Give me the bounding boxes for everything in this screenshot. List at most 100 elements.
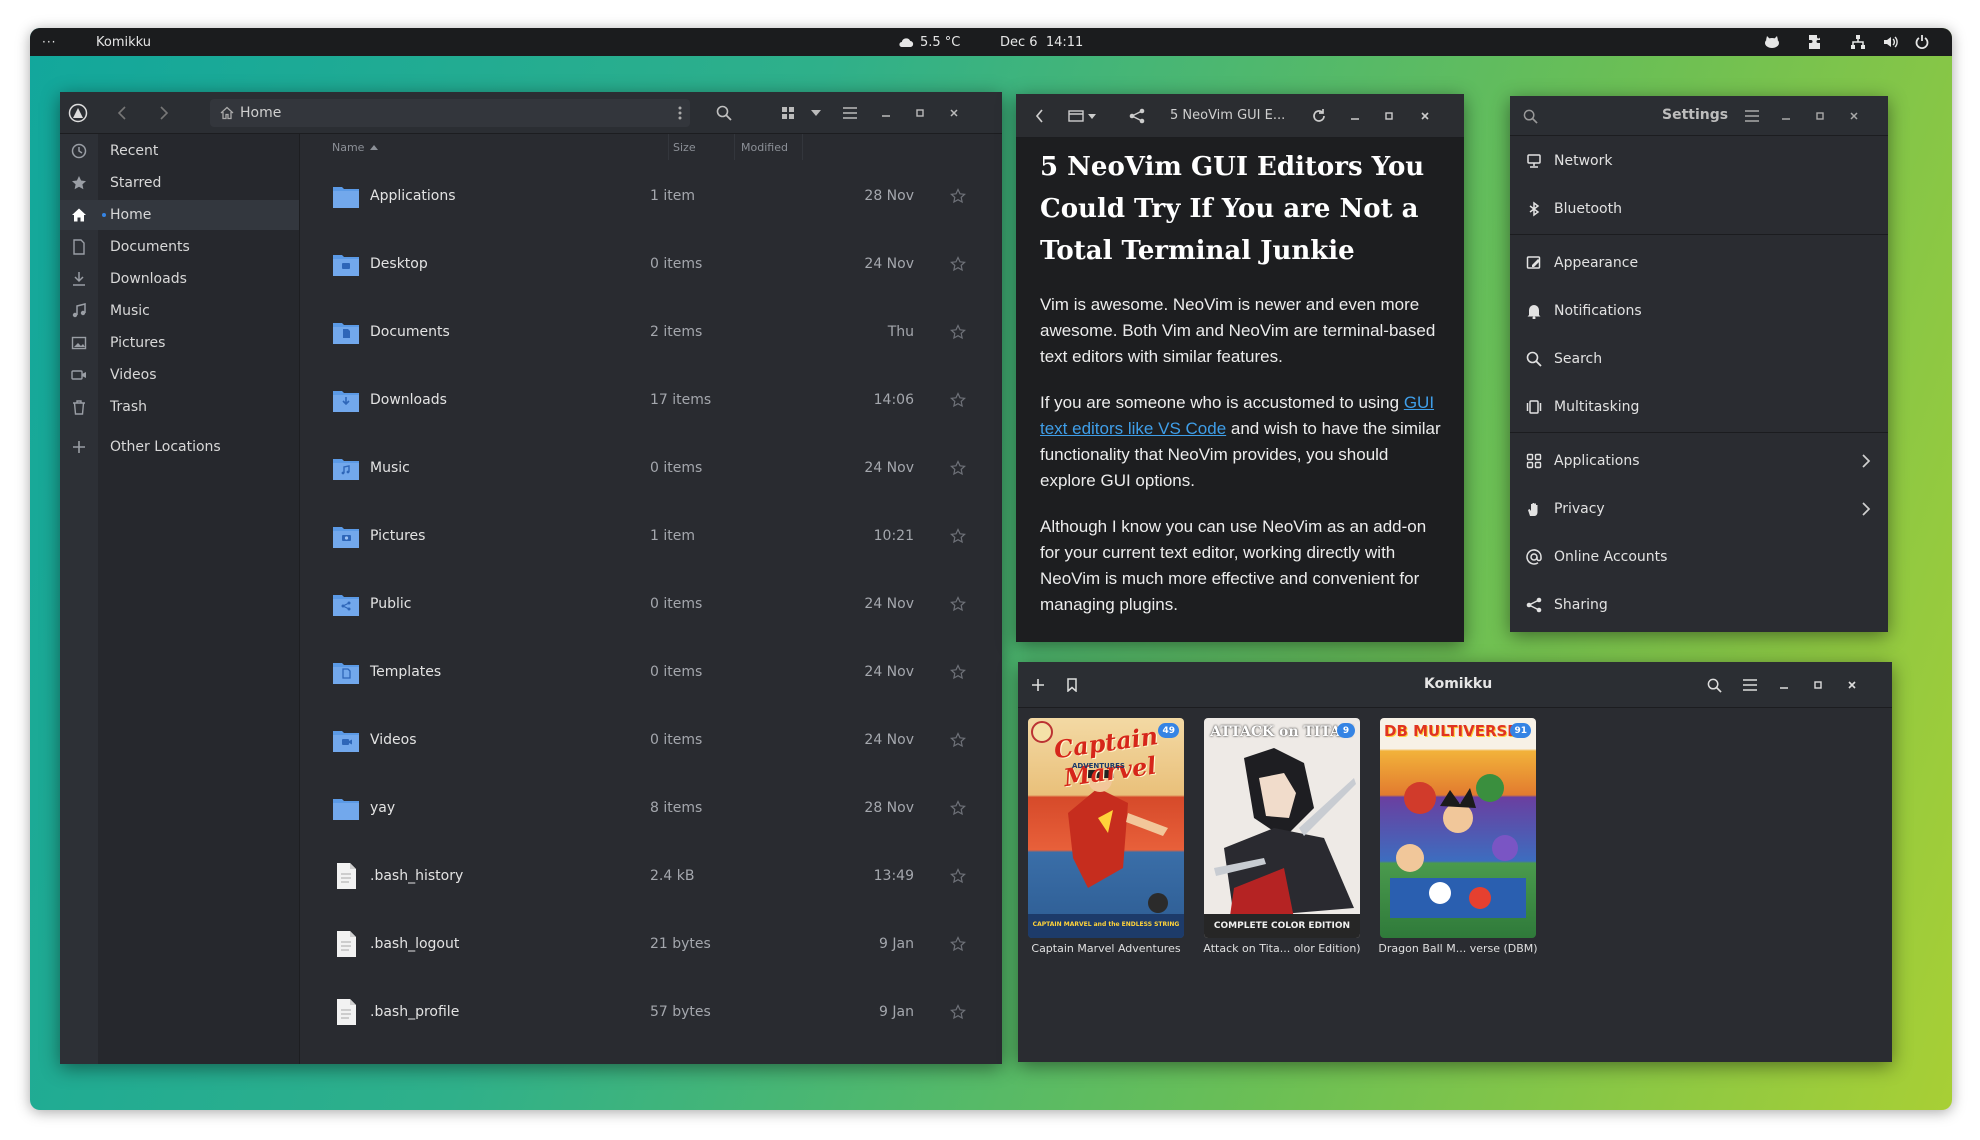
settings-item-sharing[interactable]: Sharing bbox=[1510, 581, 1888, 629]
activities-button[interactable]: ··· bbox=[42, 28, 56, 56]
column-modified-header[interactable]: Modified bbox=[734, 134, 788, 160]
file-row[interactable]: .bash_logout 21 bytes 9 Jan bbox=[300, 910, 1002, 978]
share-icon[interactable] bbox=[1128, 107, 1146, 125]
files-menu-icon[interactable] bbox=[66, 101, 90, 125]
search-icon[interactable] bbox=[714, 103, 734, 123]
share-icon bbox=[1526, 597, 1542, 613]
tray-cat-icon[interactable] bbox=[1764, 28, 1780, 56]
settings-item-online-accounts[interactable]: Online Accounts bbox=[1510, 533, 1888, 581]
file-row[interactable]: Music 0 items 24 Nov bbox=[300, 434, 1002, 502]
star-icon[interactable] bbox=[950, 392, 966, 408]
minimize-icon[interactable] bbox=[1776, 677, 1792, 693]
close-icon[interactable] bbox=[1416, 107, 1434, 125]
maximize-icon[interactable] bbox=[1812, 108, 1828, 124]
network-status-icon[interactable] bbox=[1850, 28, 1866, 56]
settings-item-label: Network bbox=[1554, 153, 1613, 169]
file-row[interactable]: Applications 1 item 28 Nov bbox=[300, 162, 1002, 230]
text-file-icon bbox=[332, 998, 360, 1026]
back-icon[interactable] bbox=[112, 103, 132, 123]
star-icon[interactable] bbox=[950, 256, 966, 272]
sidebar-item-trash[interactable]: Trash bbox=[60, 392, 299, 422]
add-icon[interactable] bbox=[1030, 677, 1046, 693]
star-icon[interactable] bbox=[950, 664, 966, 680]
close-icon[interactable] bbox=[1844, 677, 1860, 693]
settings-item-network[interactable]: Network bbox=[1510, 137, 1888, 185]
close-icon[interactable] bbox=[944, 103, 964, 123]
hamburger-menu-icon[interactable] bbox=[840, 103, 860, 123]
star-icon[interactable] bbox=[950, 732, 966, 748]
tabs-overview-icon[interactable] bbox=[1066, 107, 1100, 125]
extensions-icon[interactable] bbox=[1808, 28, 1824, 56]
column-size-header[interactable]: Size bbox=[668, 134, 696, 160]
back-icon[interactable] bbox=[1030, 107, 1048, 125]
app-menu[interactable]: Komikku bbox=[96, 28, 151, 56]
clock[interactable]: Dec 6 14:11 bbox=[1000, 28, 1083, 56]
settings-item-bluetooth[interactable]: Bluetooth bbox=[1510, 185, 1888, 233]
file-row[interactable]: Pictures 1 item 10:21 bbox=[300, 502, 1002, 570]
comic-title: Captain Marvel Adventures bbox=[1031, 942, 1181, 955]
maximize-icon[interactable] bbox=[910, 103, 930, 123]
comic-cover[interactable]: DB MULTIVERSE 91 bbox=[1380, 718, 1536, 938]
star-icon[interactable] bbox=[950, 460, 966, 476]
hamburger-menu-icon[interactable] bbox=[1744, 108, 1760, 124]
star-icon[interactable] bbox=[950, 188, 966, 204]
star-icon[interactable] bbox=[950, 800, 966, 816]
star-icon[interactable] bbox=[950, 324, 966, 340]
sidebar-item-pictures[interactable]: Pictures bbox=[60, 328, 299, 358]
files-sidebar: Recent Starred Home Documents Downloads Music… bbox=[60, 134, 300, 1064]
settings-item-notifications[interactable]: Notifications bbox=[1510, 287, 1888, 335]
star-icon[interactable] bbox=[950, 596, 966, 612]
file-row[interactable]: Downloads 17 items 14:06 bbox=[300, 366, 1002, 434]
minimize-icon[interactable] bbox=[876, 103, 896, 123]
settings-item-privacy[interactable]: Privacy bbox=[1510, 485, 1888, 533]
file-row[interactable]: Documents 2 items Thu bbox=[300, 298, 1002, 366]
file-row[interactable]: Templates 0 items 24 Nov bbox=[300, 638, 1002, 706]
settings-item-multitasking[interactable]: Multitasking bbox=[1510, 383, 1888, 431]
file-row[interactable]: Desktop 0 items 24 Nov bbox=[300, 230, 1002, 298]
volume-icon[interactable] bbox=[1882, 28, 1898, 56]
sidebar-item-starred[interactable]: Starred bbox=[60, 168, 299, 198]
view-options-chevron-down-icon[interactable] bbox=[806, 103, 826, 123]
path-menu-icon[interactable] bbox=[678, 106, 682, 120]
comic-cover[interactable]: ATTACK on TITAN COMPLETE COLOR EDITION 9 bbox=[1204, 718, 1360, 938]
file-row[interactable]: yay 8 items 28 Nov bbox=[300, 774, 1002, 842]
sidebar-item-downloads[interactable]: Downloads bbox=[60, 264, 299, 294]
star-icon[interactable] bbox=[950, 936, 966, 952]
hamburger-menu-icon[interactable] bbox=[1742, 677, 1758, 693]
star-icon[interactable] bbox=[950, 1004, 966, 1020]
star-icon[interactable] bbox=[950, 528, 966, 544]
minimize-icon[interactable] bbox=[1778, 108, 1794, 124]
settings-item-search[interactable]: Search bbox=[1510, 335, 1888, 383]
bookmark-icon[interactable] bbox=[1064, 677, 1080, 693]
grid-view-icon[interactable] bbox=[778, 103, 798, 123]
weather-indicator[interactable]: 5.5 °C bbox=[898, 28, 960, 56]
star-icon[interactable] bbox=[950, 868, 966, 884]
comic-cover[interactable]: Captain Marvel ADVENTURES CAPTAIN MARVEL… bbox=[1028, 718, 1184, 938]
file-row[interactable]: .bash_profile 57 bytes 9 Jan bbox=[300, 978, 1002, 1046]
sidebar-item-home[interactable]: Home bbox=[60, 200, 299, 230]
maximize-icon[interactable] bbox=[1810, 677, 1826, 693]
page-tab-title[interactable]: 5 NeoVim GUI E... bbox=[1170, 108, 1285, 123]
sidebar-item-documents[interactable]: Documents bbox=[60, 232, 299, 262]
sidebar-item-music[interactable]: Music bbox=[60, 296, 299, 326]
file-row[interactable]: .bash_history 2.4 kB 13:49 bbox=[300, 842, 1002, 910]
file-row[interactable]: Videos 0 items 24 Nov bbox=[300, 706, 1002, 774]
minimize-icon[interactable] bbox=[1346, 107, 1364, 125]
close-icon[interactable] bbox=[1846, 108, 1862, 124]
column-name-header[interactable]: Name bbox=[332, 134, 379, 160]
sidebar-item-recent[interactable]: Recent bbox=[60, 136, 299, 166]
search-icon[interactable] bbox=[1522, 108, 1538, 124]
sidebar-item-videos[interactable]: Videos bbox=[60, 360, 299, 390]
sidebar-item-other-locations[interactable]: Other Locations bbox=[60, 432, 299, 462]
path-bar[interactable]: Home bbox=[210, 99, 690, 127]
reload-icon[interactable] bbox=[1310, 107, 1328, 125]
settings-item-appearance[interactable]: Appearance bbox=[1510, 239, 1888, 287]
forward-icon[interactable] bbox=[154, 103, 174, 123]
file-name: .bash_history bbox=[370, 868, 464, 884]
file-row[interactable]: Public 0 items 24 Nov bbox=[300, 570, 1002, 638]
power-icon[interactable] bbox=[1914, 28, 1930, 56]
search-icon[interactable] bbox=[1706, 677, 1722, 693]
maximize-icon[interactable] bbox=[1380, 107, 1398, 125]
file-modified: 10:21 bbox=[873, 528, 914, 544]
settings-item-applications[interactable]: Applications bbox=[1510, 437, 1888, 485]
